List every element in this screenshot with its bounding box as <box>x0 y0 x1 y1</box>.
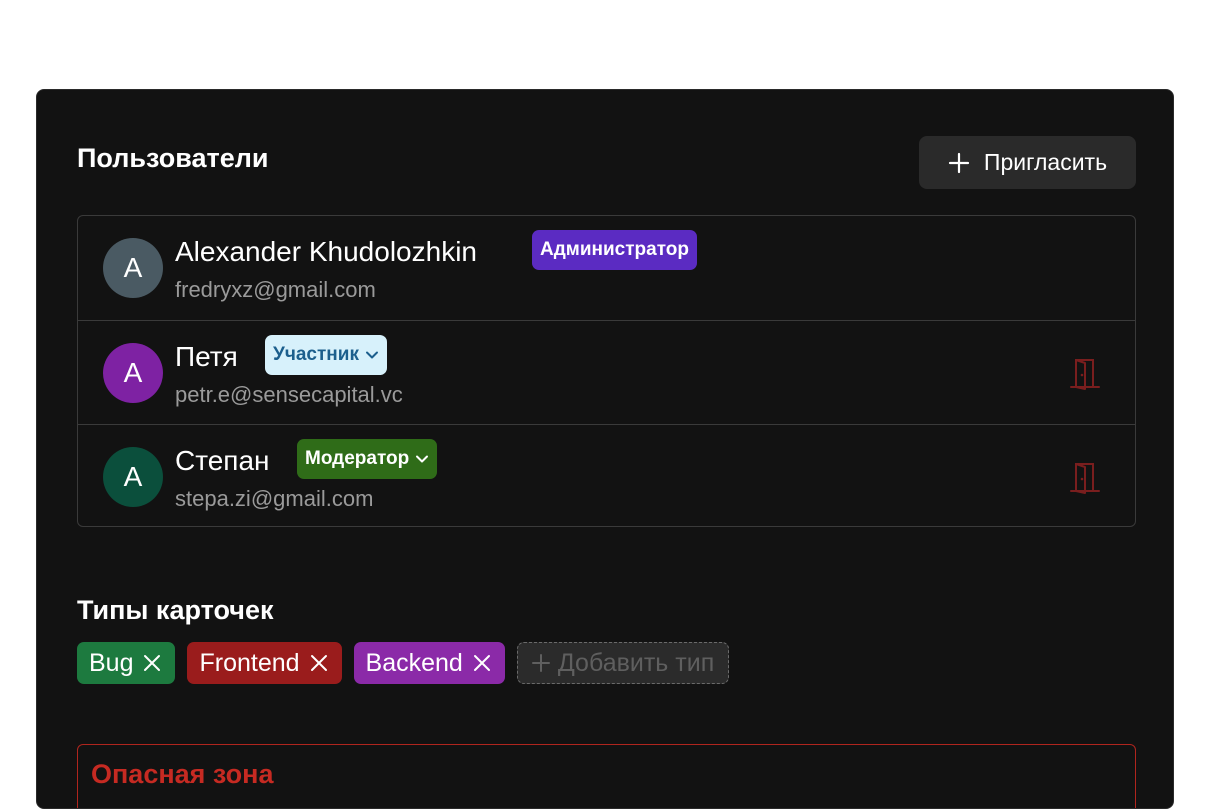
role-label: Администратор <box>540 239 689 260</box>
add-type-label: Добавить тип <box>557 648 715 677</box>
user-name: Степан <box>175 445 270 476</box>
settings-panel: Пользователи Пригласить A Alexander Khud… <box>36 89 1174 809</box>
avatar: A <box>103 238 163 298</box>
avatar-initial: A <box>123 252 143 283</box>
close-icon[interactable] <box>143 654 161 672</box>
invite-button[interactable]: Пригласить <box>919 136 1136 189</box>
user-name: Петя <box>175 341 238 372</box>
close-icon[interactable] <box>310 654 328 672</box>
users-section-title: Пользователи <box>77 143 269 173</box>
danger-zone: Опасная зона <box>77 744 1136 808</box>
card-type-label: Frontend <box>199 648 300 677</box>
avatar: A <box>103 447 163 507</box>
role-dropdown[interactable]: Модератор <box>297 439 438 479</box>
role-badge: Администратор <box>532 230 697 270</box>
card-types-list: Bug Frontend Backend Добавить тип <box>77 642 730 684</box>
plus-icon <box>531 654 550 672</box>
card-type-label: Backend <box>365 648 463 677</box>
user-name: Alexander Khudolozhkin <box>175 236 477 267</box>
avatar-initial: A <box>123 461 143 492</box>
card-type-label: Bug <box>89 648 134 677</box>
chevron-down-icon <box>416 455 429 463</box>
card-type-tag: Backend <box>353 642 505 684</box>
user-row: A Степан Модератор stepa.zi@gmail.com <box>78 424 1135 528</box>
avatar: A <box>103 343 163 403</box>
user-row: A Alexander Khudolozhkin Администратор f… <box>78 216 1135 320</box>
door-exit-icon[interactable] <box>1067 355 1103 391</box>
user-email: stepa.zi@gmail.com <box>175 486 374 511</box>
card-type-tag: Frontend <box>187 642 342 684</box>
avatar-initial: A <box>123 357 143 388</box>
chevron-down-icon <box>365 351 378 359</box>
card-type-tag: Bug <box>77 642 176 684</box>
door-exit-icon[interactable] <box>1067 459 1103 495</box>
role-label: Участник <box>273 344 359 365</box>
plus-icon <box>948 152 970 173</box>
add-type-button[interactable]: Добавить тип <box>516 642 730 684</box>
role-dropdown[interactable]: Участник <box>265 335 387 375</box>
invite-button-label: Пригласить <box>983 149 1108 175</box>
user-email: fredryxz@gmail.com <box>175 277 376 302</box>
users-list: A Alexander Khudolozhkin Администратор f… <box>77 215 1136 527</box>
close-icon[interactable] <box>473 654 491 672</box>
role-label: Модератор <box>305 448 410 469</box>
card-types-section-title: Типы карточек <box>77 595 274 625</box>
user-row: A Петя Участник petr.e@sensecapital.vc <box>78 320 1135 424</box>
user-email: petr.e@sensecapital.vc <box>175 382 403 407</box>
